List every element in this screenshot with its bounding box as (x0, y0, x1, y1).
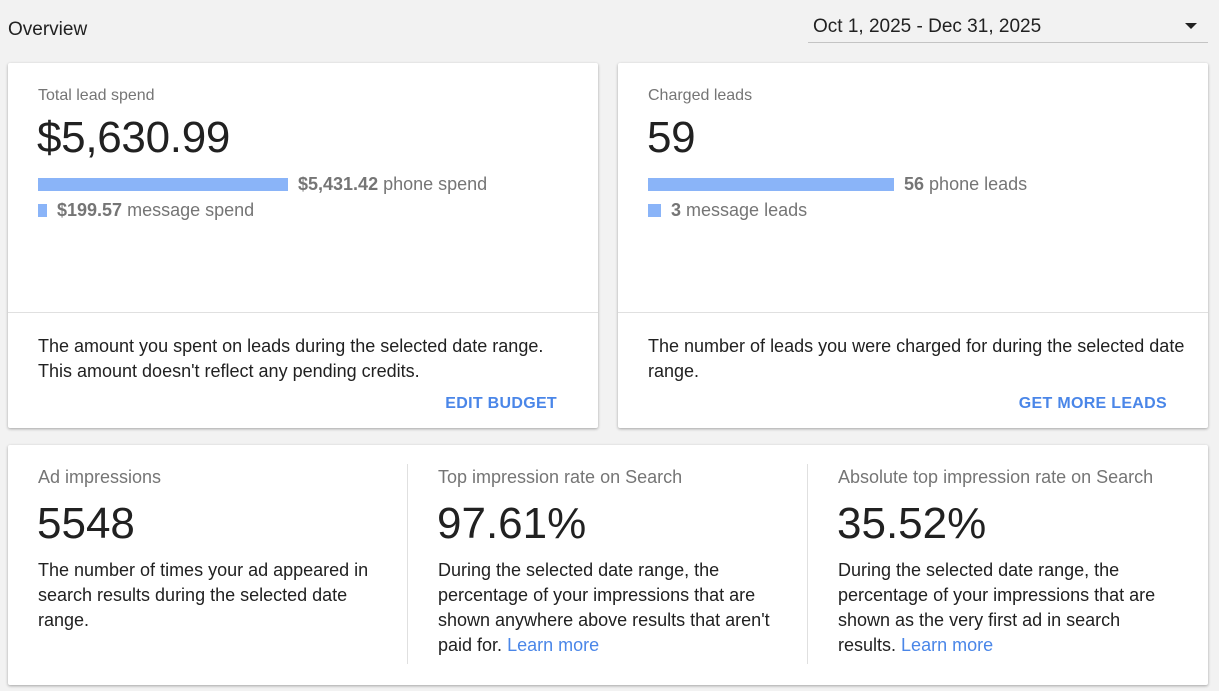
learn-more-link[interactable]: Learn more (507, 635, 599, 655)
message-leads-bar (648, 203, 661, 217)
phone-spend-bar (38, 177, 288, 191)
card-label: Total lead spend (38, 87, 155, 104)
date-range-picker[interactable]: Oct 1, 2025 - Dec 31, 2025 (808, 10, 1208, 43)
metric-value: 97.61% (437, 499, 587, 548)
message-spend-label: message spend (127, 199, 255, 220)
message-spend-amount: $199.57 (57, 199, 123, 220)
page-header: Overview Oct 1, 2025 - Dec 31, 2025 (0, 0, 1219, 60)
metric-description: During the selected date range, the perc… (438, 558, 783, 658)
card-label: Charged leads (648, 87, 753, 104)
metric-description: The number of times your ad appeared in … (38, 558, 383, 633)
phone-spend-label: phone spend (383, 173, 488, 194)
phone-leads-label: phone leads (929, 173, 1028, 194)
ad-impressions-metric: Ad impressions 5548 The number of times … (8, 445, 408, 685)
triangle-down-icon (1185, 23, 1197, 29)
charged-leads-card: Charged leads 59 56 phone leads 3 messag… (618, 63, 1208, 428)
leads-description: The number of leads you were charged for… (648, 336, 1185, 381)
metric-value: 35.52% (837, 499, 987, 548)
metric-label: Top impression rate on Search (438, 467, 683, 487)
phone-leads-row: 56 phone leads (648, 174, 1027, 194)
get-more-leads-button[interactable]: GET MORE LEADS (1019, 395, 1167, 413)
total-lead-spend-card: Total lead spend $5,630.99 $5,431.42 pho… (8, 63, 598, 428)
date-range-text: Oct 1, 2025 - Dec 31, 2025 (813, 16, 1042, 37)
absolute-top-impression-rate-metric: Absolute top impression rate on Search 3… (808, 445, 1208, 685)
impressions-card: Ad impressions 5548 The number of times … (8, 445, 1208, 685)
message-leads-row: 3 message leads (648, 200, 807, 220)
metric-description-text: During the selected date range, the perc… (838, 560, 1156, 655)
phone-spend-amount: $5,431.42 (298, 173, 379, 194)
phone-leads-bar (648, 177, 894, 191)
metric-description-text: The number of times your ad appeared in … (38, 560, 369, 630)
total-spend-value: $5,630.99 (37, 113, 231, 162)
message-leads-amount: 3 (671, 199, 682, 220)
metric-label: Absolute top impression rate on Search (838, 467, 1154, 487)
edit-budget-button[interactable]: EDIT BUDGET (445, 395, 557, 413)
spend-description: The amount you spent on leads during the… (38, 336, 544, 381)
phone-spend-row: $5,431.42 phone spend (38, 174, 487, 194)
metric-description-text: During the selected date range, the perc… (438, 560, 770, 655)
message-spend-bar (38, 203, 47, 217)
top-impression-rate-metric: Top impression rate on Search 97.61% Dur… (408, 445, 808, 685)
metric-description: During the selected date range, the perc… (838, 558, 1183, 658)
phone-leads-amount: 56 (904, 173, 925, 194)
charged-leads-value: 59 (647, 113, 696, 162)
metric-label: Ad impressions (38, 467, 162, 487)
message-leads-label: message leads (686, 199, 808, 220)
card-divider (618, 312, 1208, 313)
card-divider (8, 312, 598, 313)
learn-more-link[interactable]: Learn more (901, 635, 993, 655)
message-spend-row: $199.57 message spend (38, 200, 254, 220)
page-title: Overview (8, 19, 88, 40)
metric-value: 5548 (37, 499, 135, 548)
